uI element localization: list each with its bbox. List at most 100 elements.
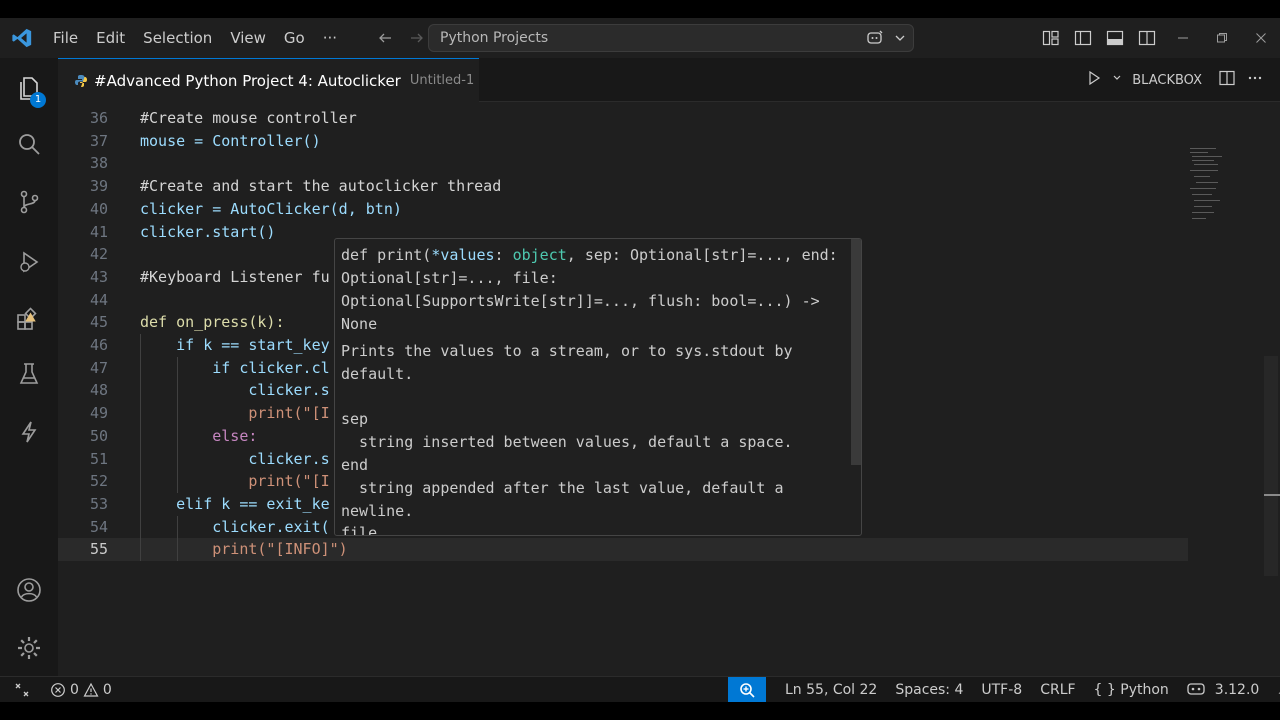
editor-actions: BLACKBOX <box>1086 58 1264 102</box>
minimap-line <box>1192 156 1222 157</box>
copilot-icon[interactable] <box>865 28 885 52</box>
encoding[interactable]: UTF-8 <box>972 677 1031 703</box>
hover-sig-line: Optional[SupportsWrite[str]]=..., flush:… <box>341 292 820 310</box>
hover-doc-line: sep <box>341 410 369 429</box>
restore-icon[interactable] <box>1202 18 1241 58</box>
back-arrow-icon[interactable] <box>372 25 398 51</box>
run-debug-icon[interactable] <box>0 236 58 288</box>
remote-icon[interactable] <box>0 677 44 703</box>
code-line: 36 #Create mouse controller <box>89 109 357 127</box>
more-actions-icon[interactable] <box>1246 69 1264 91</box>
tab-autoclicker[interactable]: #Advanced Python Project 4: Autoclicker … <box>58 58 479 102</box>
minimap-line <box>1190 152 1208 153</box>
end-of-line[interactable]: CRLF <box>1031 677 1084 703</box>
toggle-panel-icon[interactable] <box>1104 27 1126 49</box>
command-center-search[interactable]: Python Projects <box>428 24 914 52</box>
nav-arrows <box>372 25 430 51</box>
code-line: 37 mouse = Controller() <box>89 131 321 150</box>
error-count: 0 <box>70 682 79 698</box>
zoom-magnifier-icon[interactable] <box>728 677 766 703</box>
warning-count: 0 <box>102 682 112 698</box>
menu-selection[interactable]: Selection <box>134 18 221 58</box>
toggle-primary-sidebar-icon[interactable] <box>1072 27 1094 49</box>
minimap-line <box>1190 188 1216 189</box>
menu-bar: File Edit Selection View Go ··· <box>44 18 346 58</box>
run-python-icon[interactable] <box>1086 70 1102 90</box>
toggle-secondary-sidebar-icon[interactable] <box>1136 27 1158 49</box>
notifications-bell-icon[interactable] <box>1268 677 1280 703</box>
minimap-line <box>1190 170 1218 171</box>
menu-view[interactable]: View <box>221 18 275 58</box>
letterbox-top <box>0 0 1280 18</box>
tab-title: #Advanced Python Project 4: Autoclicker <box>94 71 401 90</box>
menu-file[interactable]: File <box>44 18 87 58</box>
indent-guide <box>177 356 178 493</box>
hover-docstring: Prints the values to a stream, or to sys… <box>341 340 841 535</box>
close-icon[interactable] <box>1241 18 1280 58</box>
minimap-line <box>1192 212 1214 213</box>
problems-indicator[interactable]: 0 0 <box>50 682 112 698</box>
code-line: 40 clicker = AutoClicker(d, btn) <box>89 199 402 218</box>
hover-doc-line: Prints the values to a stream, or to sys… <box>341 342 793 360</box>
language-mode[interactable]: { } Python <box>1085 677 1178 703</box>
hover-sig-line: None <box>341 315 378 333</box>
minimap-line <box>1192 160 1214 161</box>
minimap-line <box>1192 194 1212 195</box>
status-right: Ln 55, Col 22 Spaces: 4 UTF-8 CRLF { } P… <box>776 677 1280 703</box>
editor-area: #Advanced Python Project 4: Autoclicker … <box>58 58 1280 676</box>
minimap-line <box>1194 200 1220 201</box>
blackbox-button[interactable]: BLACKBOX <box>1132 73 1202 88</box>
minimap-line <box>1192 218 1206 219</box>
hover-doc-line: string appended after the last value, de… <box>341 478 784 497</box>
minimap[interactable] <box>1188 146 1234 226</box>
window-controls <box>1163 18 1280 58</box>
minimap-line <box>1194 206 1212 207</box>
python-interpreter[interactable]: 3.12.0 <box>1178 677 1269 703</box>
blackbox-icon[interactable] <box>0 406 58 458</box>
forward-arrow-icon[interactable] <box>404 25 430 51</box>
hover-doc-line: end <box>341 455 369 474</box>
vscode-logo-icon <box>0 18 44 58</box>
tab-subtitle: Untitled-1 <box>409 73 475 88</box>
braces-icon: { } <box>1093 682 1116 698</box>
testing-icon[interactable] <box>0 348 58 400</box>
menu-more[interactable]: ··· <box>314 18 346 58</box>
cursor-position[interactable]: Ln 55, Col 22 <box>776 677 886 703</box>
indent-guide <box>177 515 178 561</box>
source-control-icon[interactable] <box>0 176 58 228</box>
python-file-icon <box>74 73 88 89</box>
interpreter-icon <box>1187 683 1205 695</box>
run-chevron-down-icon[interactable] <box>1112 70 1122 90</box>
indentation[interactable]: Spaces: 4 <box>886 677 972 703</box>
minimap-line <box>1196 182 1218 183</box>
customize-layout-icon[interactable] <box>1040 27 1062 49</box>
code-line: 39 #Create and start the autoclicker thre… <box>89 177 502 196</box>
hover-scrollbar[interactable] <box>851 239 861 465</box>
hover-doc-line: string inserted between values, default … <box>341 433 793 452</box>
account-icon[interactable] <box>0 564 58 616</box>
minimap-line <box>1194 164 1218 165</box>
current-code-line: 55 print("[INFO]") <box>58 538 1188 561</box>
hover-doc-line <box>341 386 841 409</box>
settings-gear-icon[interactable] <box>0 622 58 674</box>
warning-icon <box>83 682 99 697</box>
tab-bar: #Advanced Python Project 4: Autoclicker … <box>58 58 1280 102</box>
split-editor-icon[interactable] <box>1218 69 1236 91</box>
search-icon[interactable] <box>0 118 58 170</box>
status-bar: 0 0 Ln 55, Col 22 Spaces: 4 UTF-8 CRLF {… <box>0 676 1280 703</box>
hover-doc-line: newline. <box>341 501 414 520</box>
extensions-icon[interactable] <box>0 294 58 346</box>
code-line: 38 <box>89 154 108 173</box>
minimap-line <box>1190 148 1216 149</box>
activity-bar: 1 <box>0 58 58 676</box>
explorer-icon[interactable]: 1 <box>0 62 58 114</box>
minimize-icon[interactable] <box>1163 18 1202 58</box>
letterbox-bottom <box>0 702 1280 720</box>
hover-sig-line: Optional[str]=..., file: <box>341 269 558 287</box>
menu-edit[interactable]: Edit <box>87 18 134 58</box>
chevron-down-icon[interactable] <box>893 28 907 52</box>
indent-guide <box>140 334 141 561</box>
hover-doc-line: default. <box>341 364 414 383</box>
menu-go[interactable]: Go <box>275 18 314 58</box>
vertical-scrollbar[interactable] <box>1264 356 1278 576</box>
